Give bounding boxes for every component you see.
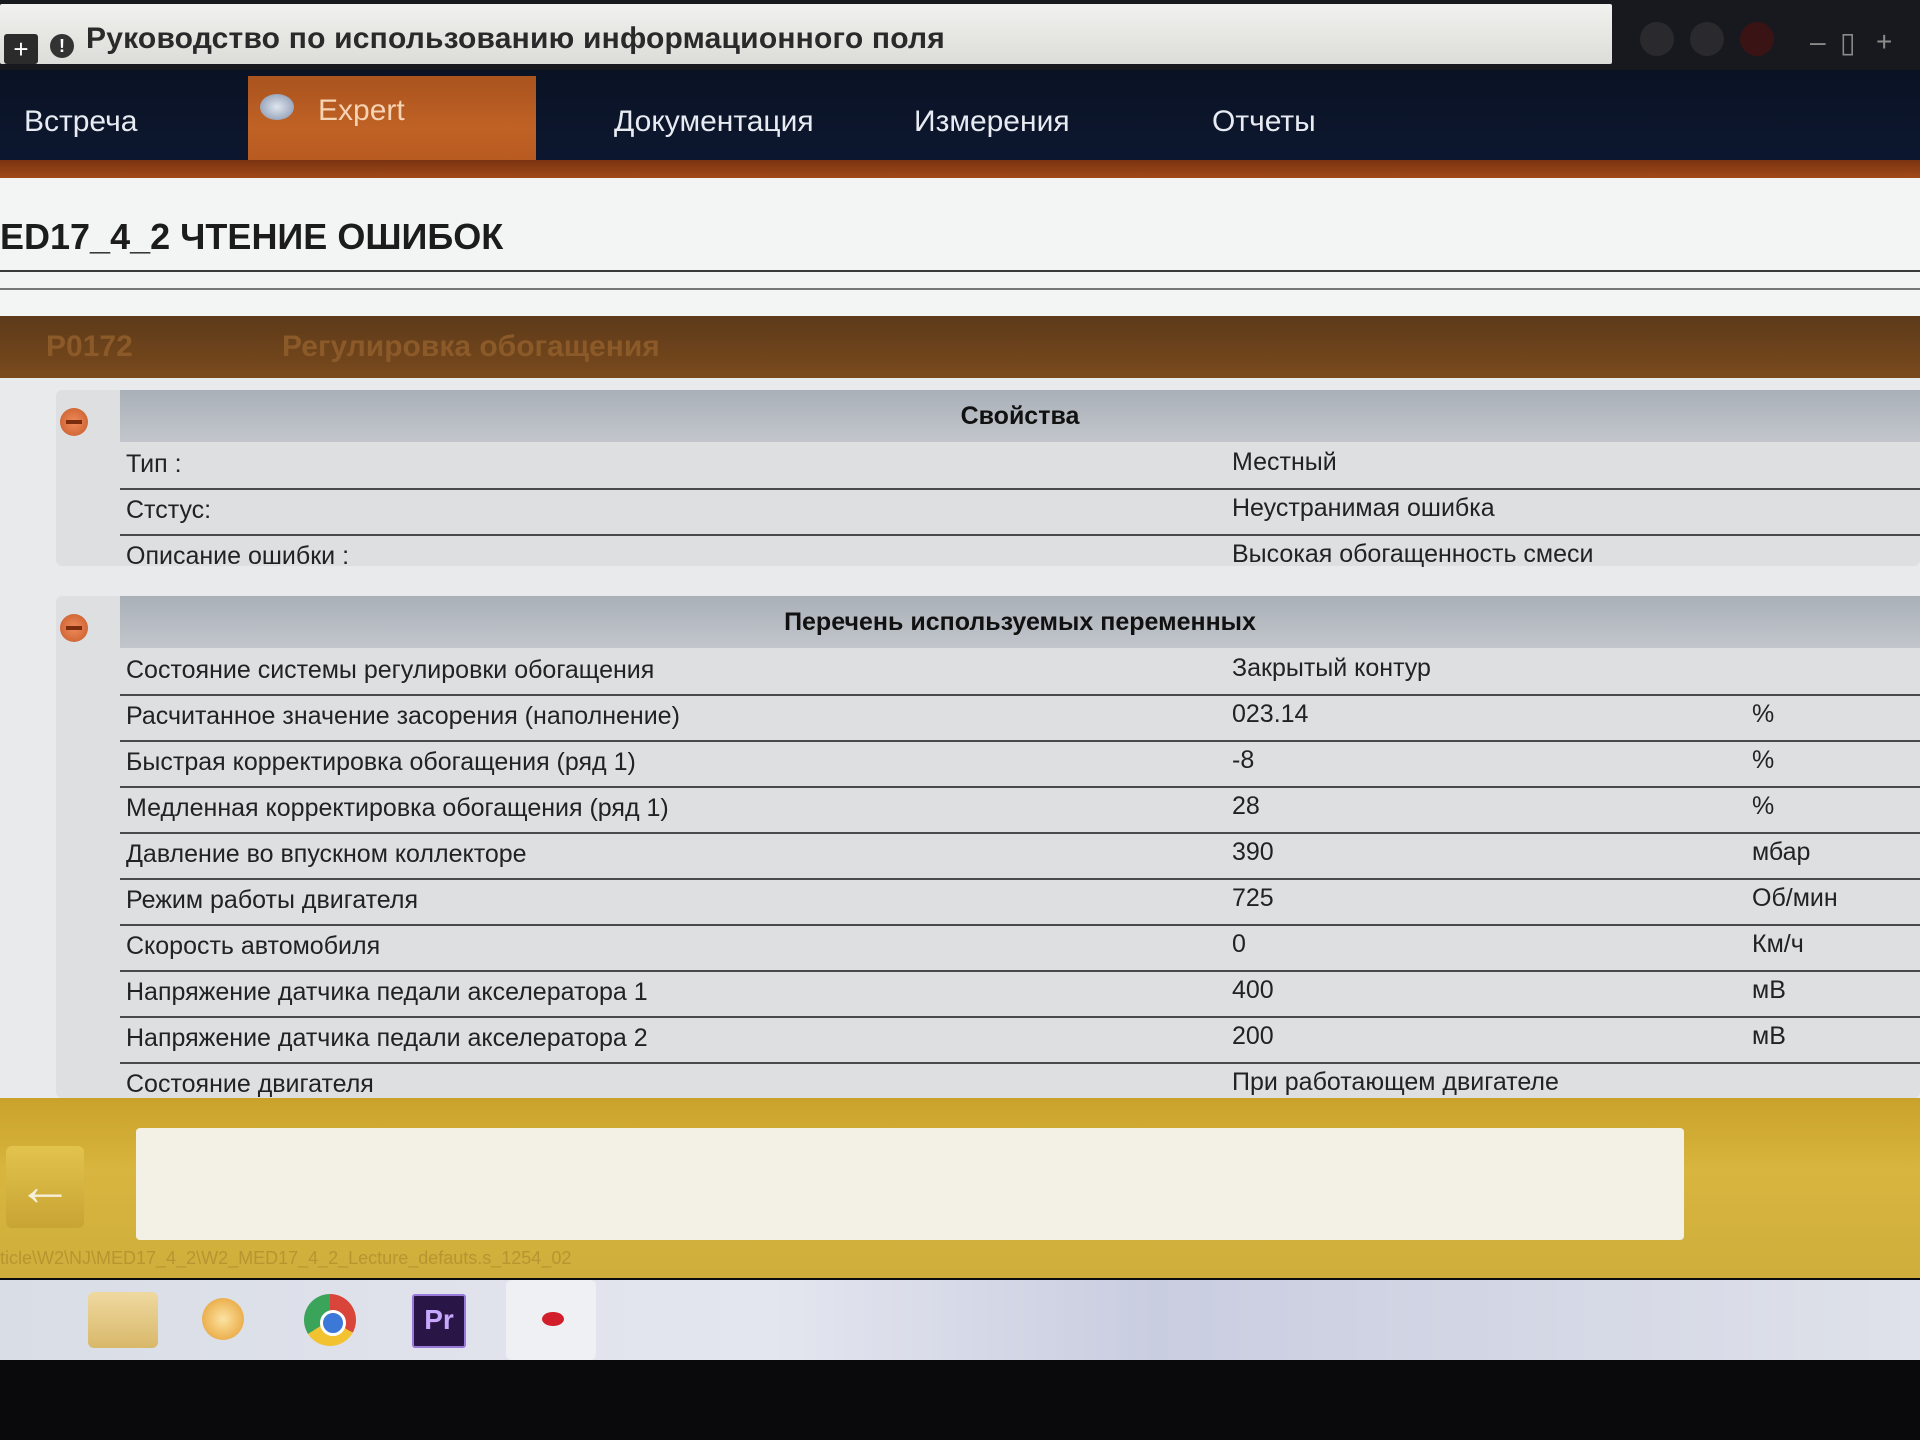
variable-name: Давление во впускном коллекторе (126, 840, 527, 868)
chrome-icon[interactable] (296, 1292, 366, 1348)
collapse-icon[interactable] (60, 614, 88, 642)
variable-name: Режим работы двигателя (126, 886, 418, 914)
property-row: Тип : Местный (120, 442, 1920, 490)
tab-measurements[interactable]: Измерения (914, 84, 1070, 160)
variable-value: Закрытый контур (1232, 654, 1431, 682)
variables-header: Перечень используемых переменных (120, 596, 1920, 648)
divider (0, 270, 1920, 272)
variable-row: Быстрая корректировка обогащения (ряд 1)… (120, 740, 1920, 788)
window-title: Руководство по использованию информацион… (86, 22, 945, 55)
variable-row: Режим работы двигателя 725 Об/мин (120, 878, 1920, 926)
variable-value: 400 (1232, 976, 1274, 1004)
variable-unit: Км/ч (1752, 930, 1804, 958)
close-icon[interactable]: + (1876, 26, 1892, 58)
screen-bezel (0, 1360, 1920, 1440)
dtc-header[interactable]: P0172 Регулировка обогащения (0, 316, 1920, 378)
info-icon[interactable]: ! (50, 34, 74, 58)
message-box (136, 1128, 1684, 1240)
premiere-icon[interactable]: Pr (412, 1294, 466, 1348)
variable-unit: мбар (1752, 838, 1811, 866)
divider (0, 288, 1920, 290)
variable-unit: Об/мин (1752, 884, 1838, 912)
variable-name: Состояние двигателя (126, 1070, 374, 1098)
tool-icon[interactable] (1640, 22, 1674, 56)
variables-block: Перечень используемых переменных Состоян… (56, 596, 1920, 1098)
property-row: Описание ошибки : Высокая обогащенность … (120, 534, 1920, 580)
variable-name: Напряжение датчика педали акселератора 1 (126, 978, 648, 1006)
property-key: Тип : (126, 450, 182, 478)
globe-icon (260, 94, 294, 120)
variable-row: Расчитанное значение засорения (наполнен… (120, 694, 1920, 742)
heading-area: ED17_4_2 ЧТЕНИЕ ОШИБОК (0, 178, 1920, 318)
variable-unit: мВ (1752, 976, 1786, 1004)
property-key: Стстус: (126, 496, 212, 524)
tab-bar: Встреча Expert Документация Измерения От… (0, 70, 1920, 170)
taskbar: Pr (0, 1280, 1920, 1360)
variable-name: Расчитанное значение засорения (наполнен… (126, 702, 680, 730)
media-player-icon[interactable] (190, 1292, 260, 1348)
variable-value: -8 (1232, 746, 1255, 774)
tool-icon[interactable] (1690, 22, 1724, 56)
variable-name: Скорость автомобиля (126, 932, 381, 960)
arrow-left-icon[interactable]: ← (6, 1146, 84, 1228)
variable-unit: мВ (1752, 1022, 1786, 1050)
variable-row: Давление во впускном коллекторе 390 мбар (120, 832, 1920, 880)
variable-value: 390 (1232, 838, 1274, 866)
page-title: ED17_4_2 ЧТЕНИЕ ОШИБОК (0, 216, 504, 257)
file-path: ticle\W2\NJ\MED17_4_2\W2_MED17_4_2_Lectu… (0, 1248, 572, 1268)
tab-reports[interactable]: Отчеты (1212, 84, 1316, 160)
variable-value: 200 (1232, 1022, 1274, 1050)
tab-documentation[interactable]: Документация (614, 84, 814, 160)
footer-bar: ← ticle\W2\NJ\MED17_4_2\W2_MED17_4_2_Lec… (0, 1098, 1920, 1278)
title-plate: + ! Руководство по использованию информа… (0, 4, 1612, 64)
collapse-icon[interactable] (60, 408, 88, 436)
tab-expert[interactable]: Expert (248, 76, 536, 164)
variable-name: Напряжение датчика педали акселератора 2 (126, 1024, 648, 1052)
variable-row: Медленная корректировка обогащения (ряд … (120, 786, 1920, 834)
variable-value: 0 (1232, 930, 1246, 958)
app-icon: + (4, 34, 38, 64)
variable-name: Состояние системы регулировки обогащения (126, 656, 655, 684)
property-value: Местный (1232, 448, 1337, 476)
main-panel: ED17_4_2 ЧТЕНИЕ ОШИБОК P0172 Регулировка… (0, 178, 1920, 1098)
property-value: Высокая обогащенность смеси (1232, 540, 1594, 568)
variable-unit: % (1752, 746, 1775, 774)
variable-value: 725 (1232, 884, 1274, 912)
tab-underline (0, 160, 1920, 178)
variable-row: Состояние двигателя При работающем двига… (120, 1062, 1920, 1098)
variable-unit: % (1752, 792, 1775, 820)
variable-value: При работающем двигателе (1232, 1068, 1559, 1096)
tool-icon[interactable] (1740, 22, 1774, 56)
variable-name: Медленная корректировка обогащения (ряд … (126, 794, 669, 822)
variable-row: Напряжение датчика педали акселератора 1… (120, 970, 1920, 1018)
property-key: Описание ошибки : (126, 542, 350, 570)
tab-vstrecha[interactable]: Встреча (24, 84, 137, 160)
property-value: Неустранимая ошибка (1232, 494, 1495, 522)
variable-unit: % (1752, 700, 1775, 728)
record-icon[interactable] (506, 1280, 596, 1360)
variable-value: 28 (1232, 792, 1260, 820)
variable-row: Напряжение датчика педали акселератора 2… (120, 1016, 1920, 1064)
restore-icon[interactable]: ▯ (1840, 26, 1855, 59)
properties-header: Свойства (120, 390, 1920, 442)
folder-icon[interactable] (88, 1292, 158, 1348)
variable-row: Скорость автомобиля 0 Км/ч (120, 924, 1920, 972)
variable-name: Быстрая корректировка обогащения (ряд 1) (126, 748, 636, 776)
minimize-icon[interactable]: – (1810, 26, 1826, 58)
properties-block: Свойства Тип : Местный Стстус: Неустрани… (56, 390, 1920, 570)
variable-row: Состояние системы регулировки обогащения… (120, 648, 1920, 696)
dtc-code: P0172 (46, 330, 133, 363)
dtc-description: Регулировка обогащения (282, 330, 660, 363)
tab-expert-label: Expert (318, 94, 405, 127)
title-bar: + ! Руководство по использованию информа… (0, 0, 1920, 70)
variable-value: 023.14 (1232, 700, 1309, 728)
property-row: Стстус: Неустранимая ошибка (120, 488, 1920, 536)
